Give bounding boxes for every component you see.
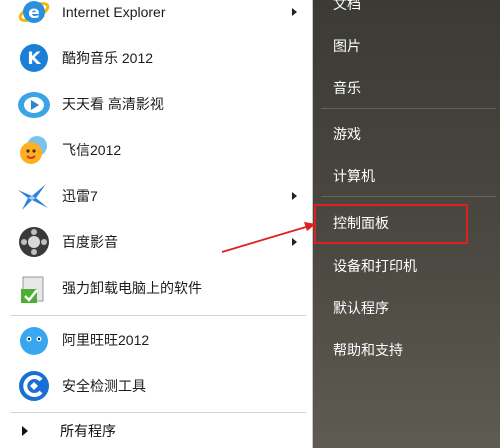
annotation-arrow-icon	[221, 222, 317, 253]
